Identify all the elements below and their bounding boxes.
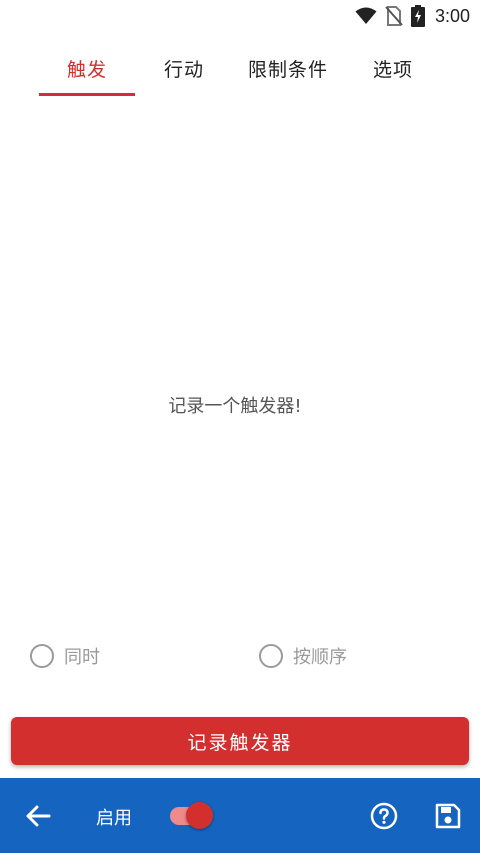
status-icons: 3:00 <box>355 4 470 28</box>
back-arrow-icon[interactable] <box>22 800 54 832</box>
radio-sequential[interactable]: 按顺序 <box>259 642 347 670</box>
tab-constraints[interactable]: 限制条件 <box>240 40 336 96</box>
tab-indicator <box>39 93 135 96</box>
wifi-icon <box>355 7 377 24</box>
tab-actions[interactable]: 行动 <box>140 40 228 96</box>
toggle-thumb <box>186 802 213 829</box>
save-icon[interactable] <box>435 803 461 829</box>
enable-label: 启用 <box>96 808 132 829</box>
radio-label: 按顺序 <box>293 647 347 668</box>
radio-label: 同时 <box>64 647 100 668</box>
help-icon[interactable] <box>370 802 398 830</box>
tab-trigger[interactable]: 触发 <box>39 40 135 96</box>
no-sim-icon <box>385 6 403 26</box>
enable-toggle[interactable] <box>170 802 214 830</box>
tab-bar: 触发 行动 限制条件 选项 <box>0 40 480 96</box>
battery-charging-icon <box>410 5 425 27</box>
status-bar: 3:00 <box>0 0 480 32</box>
radio-circle[interactable] <box>30 644 54 668</box>
tab-options[interactable]: 选项 <box>350 40 436 96</box>
status-time: 3:00 <box>434 5 470 26</box>
record-trigger-button[interactable]: 记录触发器 <box>11 717 469 765</box>
bottom-bar: 启用 <box>0 778 480 853</box>
radio-circle[interactable] <box>259 644 283 668</box>
empty-state-message: 记录一个触发器! <box>168 396 302 417</box>
radio-simultaneous[interactable]: 同时 <box>30 642 100 670</box>
